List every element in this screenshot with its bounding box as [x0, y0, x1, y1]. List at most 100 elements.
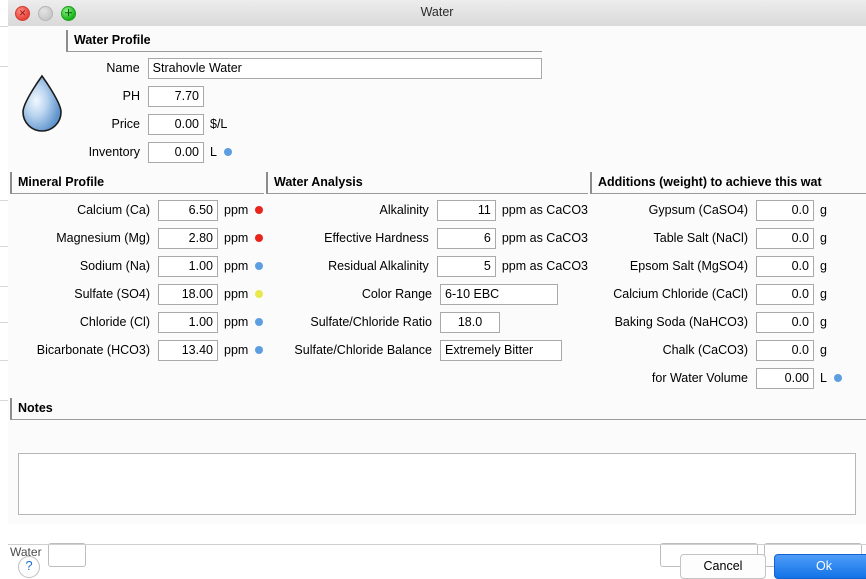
field-unit: ppm	[218, 231, 248, 245]
field-input[interactable]: 0.0	[756, 284, 814, 305]
status-dot	[834, 374, 842, 382]
field-label: Epsom Salt (MgSO4)	[590, 259, 756, 273]
mineral-profile-row: Magnesium (Mg)2.80ppm	[10, 226, 264, 250]
field-label: for Water Volume	[590, 371, 756, 385]
field-unit: ppm	[218, 287, 248, 301]
mineral-profile-row: Bicarbonate (HCO3)13.40ppm	[10, 338, 264, 362]
field-label: Inventory	[66, 145, 148, 159]
field-input[interactable]: 2.80	[158, 228, 218, 249]
cancel-button[interactable]: Cancel	[680, 554, 766, 579]
field-input[interactable]: 0.00	[148, 142, 204, 163]
additions-row: for Water Volume0.00L	[590, 366, 866, 390]
mineral-profile-heading: Mineral Profile	[10, 172, 264, 194]
ok-button[interactable]: Ok	[774, 554, 866, 579]
field-input[interactable]: 13.40	[158, 340, 218, 361]
water-analysis-row: Sulfate/Chloride BalanceExtremely Bitter	[266, 338, 588, 362]
field-label: Alkalinity	[266, 203, 437, 217]
field-unit: g	[814, 287, 827, 301]
field-input[interactable]: 11	[437, 200, 496, 221]
bg-divider	[0, 322, 8, 323]
water-profile-row: PH7.70	[66, 84, 542, 108]
bg-divider	[0, 286, 8, 287]
field-input[interactable]: 0.00	[148, 114, 204, 135]
additions-row: Gypsum (CaSO4)0.0g	[590, 198, 866, 222]
field-unit: g	[814, 231, 827, 245]
status-dot	[255, 262, 263, 270]
mineral-profile-row: Chloride (Cl)1.00ppm	[10, 310, 264, 334]
notes-textarea[interactable]	[18, 453, 856, 515]
field-input[interactable]: 0.0	[756, 200, 814, 221]
field-label: Sulfate/Chloride Ratio	[266, 315, 440, 329]
field-unit: L	[204, 145, 217, 159]
water-profile-row: NameStrahovle Water	[66, 56, 542, 80]
mineral-profile-row: Calcium (Ca)6.50ppm	[10, 198, 264, 222]
field-label: Chalk (CaCO3)	[590, 343, 756, 357]
bg-control	[48, 543, 86, 567]
water-analysis-row: Alkalinity11ppm as CaCO3	[266, 198, 588, 222]
field-label: Table Salt (NaCl)	[590, 231, 756, 245]
field-input[interactable]: 7.70	[148, 86, 204, 107]
water-analysis-row: Sulfate/Chloride Ratio18.0	[266, 310, 588, 334]
field-input[interactable]: 6.50	[158, 200, 218, 221]
field-input[interactable]: 0.0	[756, 340, 814, 361]
field-unit: ppm as CaCO3	[496, 203, 588, 217]
field-input[interactable]: 18.00	[158, 284, 218, 305]
window-title: Water	[8, 5, 866, 19]
footer-divider	[8, 544, 866, 545]
field-label: Chloride (Cl)	[10, 315, 158, 329]
help-button[interactable]: ?	[18, 556, 40, 578]
field-unit: g	[814, 259, 827, 273]
water-dialog: Water Profile NameStrahovle WaterPH7.70P…	[8, 26, 866, 524]
field-label: Name	[66, 61, 148, 75]
status-dot	[255, 290, 263, 298]
field-unit: ppm	[218, 203, 248, 217]
field-input[interactable]: 0.0	[756, 256, 814, 277]
field-input[interactable]: 6-10 EBC	[440, 284, 558, 305]
field-label: Sodium (Na)	[10, 259, 158, 273]
field-input[interactable]: Extremely Bitter	[440, 340, 562, 361]
water-droplet-icon	[20, 74, 64, 132]
field-input[interactable]: 1.00	[158, 312, 218, 333]
status-dot	[255, 318, 263, 326]
water-profile-group: Water Profile NameStrahovle WaterPH7.70P…	[66, 30, 542, 164]
water-profile-row: Price0.00$/L	[66, 112, 542, 136]
status-dot	[224, 148, 232, 156]
field-label: Baking Soda (NaHCO3)	[590, 315, 756, 329]
bg-divider	[0, 400, 8, 401]
bg-divider	[0, 26, 8, 27]
water-analysis-group: Water Analysis Alkalinity11ppm as CaCO3E…	[266, 172, 588, 362]
field-input[interactable]: 0.0	[756, 312, 814, 333]
field-unit: $/L	[204, 117, 227, 131]
field-input[interactable]: 0.00	[756, 368, 814, 389]
field-label: Magnesium (Mg)	[10, 231, 158, 245]
field-unit: L	[814, 371, 827, 385]
status-dot	[255, 346, 263, 354]
field-label: Price	[66, 117, 148, 131]
field-input[interactable]: 5	[437, 256, 496, 277]
additions-row: Chalk (CaCO3)0.0g	[590, 338, 866, 362]
field-unit: g	[814, 203, 827, 217]
field-input[interactable]: 0.0	[756, 228, 814, 249]
field-unit: g	[814, 343, 827, 357]
mineral-profile-row: Sulfate (SO4)18.00ppm	[10, 282, 264, 306]
notes-group: Notes	[10, 398, 866, 420]
field-label: PH	[66, 89, 148, 103]
field-input[interactable]: Strahovle Water	[148, 58, 542, 79]
field-label: Sulfate (SO4)	[10, 287, 158, 301]
additions-row: Table Salt (NaCl)0.0g	[590, 226, 866, 250]
additions-row: Baking Soda (NaHCO3)0.0g	[590, 310, 866, 334]
field-unit: ppm as CaCO3	[496, 231, 588, 245]
field-unit: ppm	[218, 343, 248, 357]
field-unit: ppm	[218, 259, 248, 273]
field-label: Bicarbonate (HCO3)	[10, 343, 158, 357]
field-input[interactable]: 6	[437, 228, 496, 249]
water-analysis-row: Color Range6-10 EBC	[266, 282, 588, 306]
app-window: Water ✕ ＋ Water Water Profile	[0, 0, 866, 563]
field-label: Color Range	[266, 287, 440, 301]
mineral-profile-group: Mineral Profile Calcium (Ca)6.50ppm Magne…	[10, 172, 264, 362]
additions-group: Additions (weight) to achieve this wat G…	[590, 172, 866, 390]
field-input[interactable]: 18.0	[440, 312, 500, 333]
status-dot	[255, 206, 263, 214]
field-input[interactable]: 1.00	[158, 256, 218, 277]
field-label: Gypsum (CaSO4)	[590, 203, 756, 217]
